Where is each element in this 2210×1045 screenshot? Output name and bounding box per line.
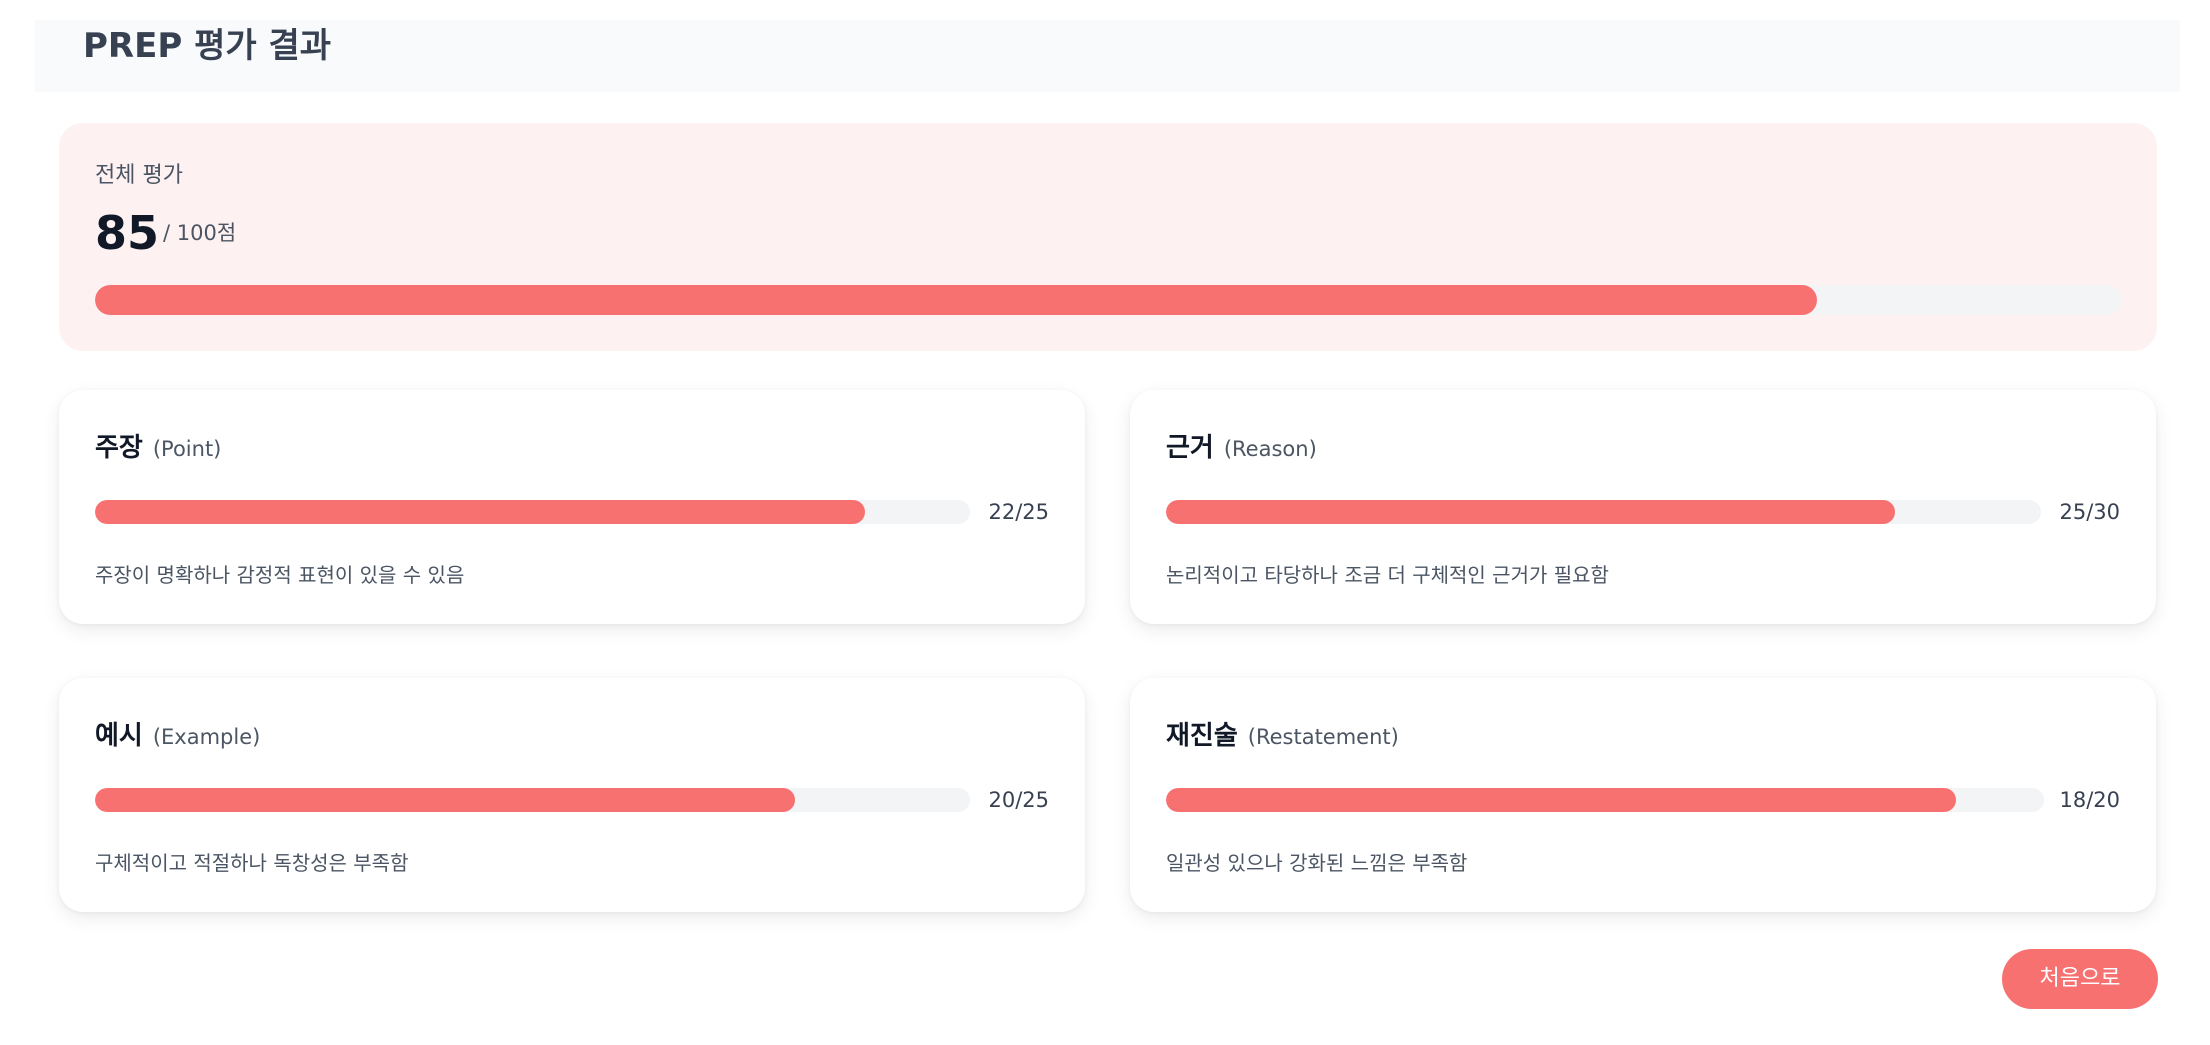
card-score: 25/30 [2059,500,2120,524]
overall-progress-track [95,285,2121,315]
card-title-english: (Example) [152,725,261,749]
card-comment: 구체적이고 적절하나 독창성은 부족함 [95,851,409,875]
card-title: 주장 (Point) [95,428,221,468]
card-title-korean: 근거 [1166,433,1214,463]
card-restatement: 재진술 (Restatement) 18/20 일관성 있으나 강화된 느낌은 부… [1130,678,2156,912]
card-title-english: (Reason) [1223,437,1317,461]
overall-score: 85 [95,206,160,260]
card-title-english: (Restatement) [1247,725,1399,749]
card-progress-fill [95,500,865,524]
card-title: 근거 (Reason) [1166,428,1317,468]
card-title-korean: 주장 [95,433,143,463]
card-progress-track [95,500,970,524]
card-example: 예시 (Example) 20/25 구체적이고 적절하나 독창성은 부족함 [59,678,1085,912]
card-comment: 논리적이고 타당하나 조금 더 구체적인 근거가 필요함 [1166,563,1609,587]
card-title: 재진술 (Restatement) [1166,716,1399,756]
page-title: PREP 평가 결과 [83,26,332,66]
card-progress-fill [95,788,795,812]
page-header: PREP 평가 결과 [35,20,2180,92]
card-progress-track [1166,500,2041,524]
card-score: 22/25 [988,500,1049,524]
card-score: 18/20 [2059,788,2120,812]
card-score: 20/25 [988,788,1049,812]
card-reason: 근거 (Reason) 25/30 논리적이고 타당하나 조금 더 구체적인 근거… [1130,390,2156,624]
card-title-korean: 예시 [95,721,143,751]
overall-label: 전체 평가 [95,163,183,188]
overall-progress-fill [95,285,1818,315]
card-title-english: (Point) [152,437,222,461]
card-progress-fill [1166,788,1957,812]
card-progress-track [95,788,970,812]
card-title: 예시 (Example) [95,716,260,756]
card-comment: 일관성 있으나 강화된 느낌은 부족함 [1166,851,1468,875]
restart-button[interactable]: 처음으로 [2002,949,2158,1009]
card-title-korean: 재진술 [1166,721,1238,751]
card-comment: 주장이 명확하나 감정적 표현이 있을 수 있음 [95,563,465,587]
overall-total: / 100점 [163,221,237,245]
card-progress-fill [1166,500,1896,524]
card-progress-track [1166,788,2044,812]
overall-score-panel: 전체 평가 85 / 100점 [59,123,2157,351]
card-point: 주장 (Point) 22/25 주장이 명확하나 감정적 표현이 있을 수 있음 [59,390,1085,624]
